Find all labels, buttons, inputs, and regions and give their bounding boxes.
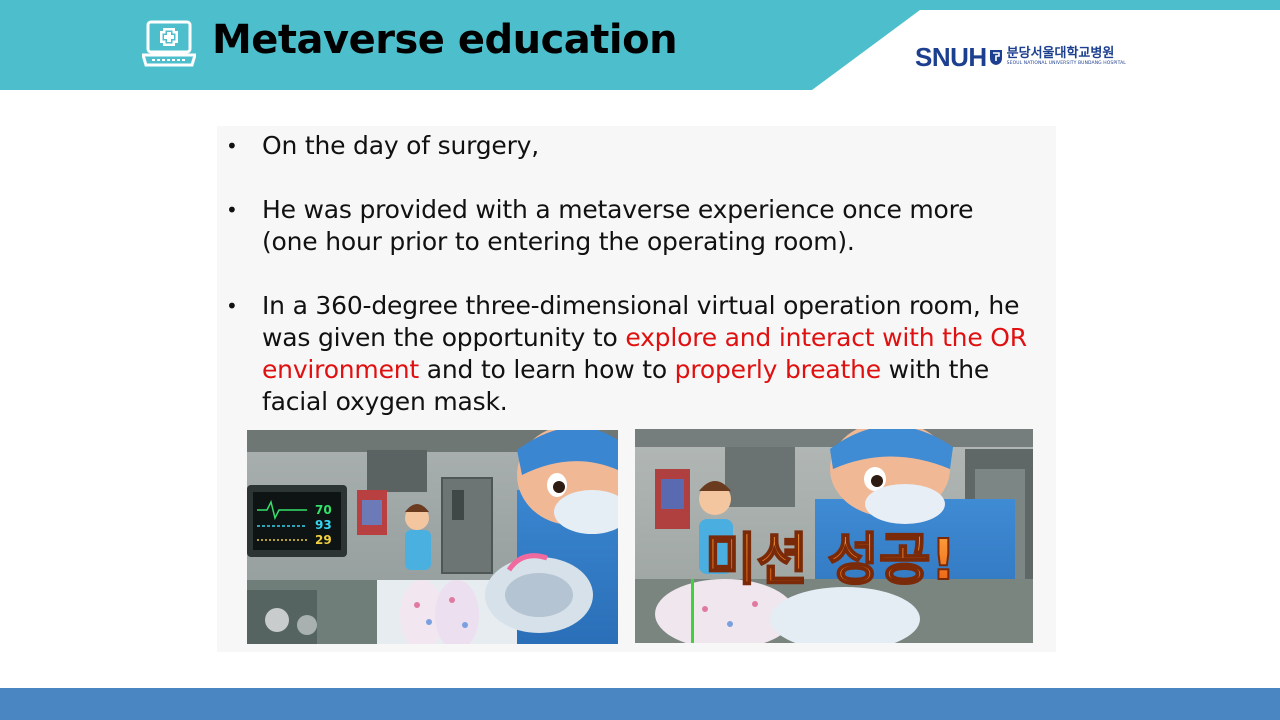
virtual-or-image-2: 미션 성공!	[635, 429, 1033, 643]
logo-emblem-icon	[989, 48, 1003, 66]
logo-korean-name: 분당서울대학교병원	[1006, 46, 1115, 62]
logo-english-name: SEOUL NATIONAL UNIVERSITY BUNDANG HOSPIT…	[1006, 61, 1126, 67]
mission-success-text: 미션 성공!	[705, 528, 956, 593]
virtual-or-image-1: 70 93 29	[247, 430, 618, 644]
bullet-item: On the day of surgery,	[226, 130, 1036, 162]
laptop-medical-icon	[140, 19, 198, 69]
footer-band	[0, 688, 1280, 720]
bullet-text: He was provided with a metaverse experie…	[262, 195, 974, 256]
logo-brand: SNUH	[915, 41, 987, 72]
monitor-value: 29	[315, 533, 332, 547]
bullet-text-part: and to learn how to	[419, 355, 675, 384]
bullet-list: On the day of surgery, He was provided w…	[226, 130, 1036, 450]
monitor-value: 70	[315, 503, 332, 517]
bullet-text: On the day of surgery,	[262, 131, 539, 160]
monitor-value: 93	[315, 518, 332, 532]
page-title: Metaverse education	[212, 17, 678, 63]
hospital-logo: SNUH 분당서울대학교병원 SEOUL NATIONAL UNIVERSITY…	[915, 40, 1126, 74]
bullet-item: In a 360-degree three-dimensional virtua…	[226, 290, 1036, 418]
bullet-item: He was provided with a metaverse experie…	[226, 194, 1036, 258]
highlight-text: properly breathe	[674, 355, 881, 384]
